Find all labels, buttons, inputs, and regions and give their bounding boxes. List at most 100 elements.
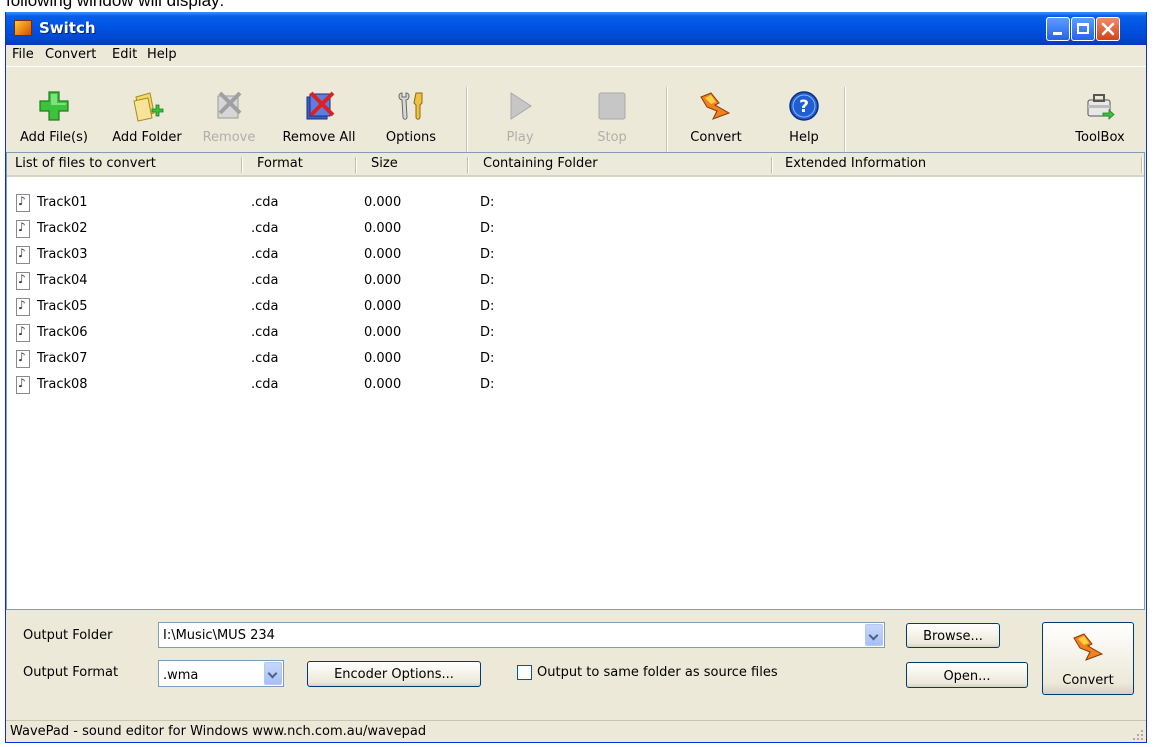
encoder-options-label: Encoder Options...: [334, 667, 454, 682]
status-text: WavePad - sound editor for Windows www.n…: [10, 724, 427, 739]
toolbar-separator: [666, 87, 668, 157]
remove-all-icon: [306, 91, 335, 120]
table-row[interactable]: Track08 .cda 0.000 D:: [7, 374, 1144, 400]
file-name: Track08: [37, 377, 88, 392]
chevron-down-icon[interactable]: [264, 662, 282, 685]
toolbar-separator: [466, 87, 468, 157]
remove-button[interactable]: Remove: [196, 67, 262, 161]
column-separator[interactable]: [771, 157, 773, 173]
file-format: .cda: [251, 299, 279, 314]
file-name: Track06: [37, 325, 88, 340]
play-button[interactable]: Play: [490, 67, 550, 161]
column-separator[interactable]: [467, 157, 469, 173]
help-icon: ?: [789, 91, 819, 121]
file-size: 0.000: [364, 325, 402, 340]
output-folder-combo[interactable]: I:\Music\MUS 234: [158, 622, 885, 648]
resize-grip-icon[interactable]: [1132, 729, 1144, 741]
page-caption: following window will display:: [6, 0, 225, 10]
column-header-size[interactable]: Size: [371, 156, 398, 171]
music-file-icon: [16, 220, 30, 238]
file-name: Track03: [37, 247, 88, 262]
toolbar: Add File(s) Add Folder Remove Remove All…: [6, 66, 1146, 164]
add-folder-button[interactable]: Add Folder: [104, 67, 190, 161]
convert-button[interactable]: Convert: [1042, 622, 1134, 695]
file-name: Track01: [37, 195, 88, 210]
file-name: Track02: [37, 221, 88, 236]
table-row[interactable]: Track06 .cda 0.000 D:: [7, 322, 1144, 348]
convert-toolbar-button[interactable]: Convert: [678, 67, 754, 161]
file-name: Track04: [37, 273, 88, 288]
close-icon: [1101, 22, 1115, 36]
green-plus-icon: [39, 91, 69, 121]
music-file-icon: [16, 298, 30, 316]
minimize-icon: [1053, 32, 1062, 35]
remove-icon: [217, 91, 242, 119]
options-icon: [398, 92, 423, 120]
same-folder-label[interactable]: Output to same folder as source files: [537, 665, 778, 680]
output-folder-label: Output Folder: [23, 628, 113, 643]
stop-button[interactable]: Stop: [582, 67, 642, 161]
convert-label: Convert: [1062, 673, 1114, 688]
table-row[interactable]: Track02 .cda 0.000 D:: [7, 218, 1144, 244]
file-format: .cda: [251, 351, 279, 366]
file-format: .cda: [251, 325, 279, 340]
title-bar[interactable]: Switch: [6, 12, 1146, 45]
open-button[interactable]: Open...: [906, 662, 1028, 688]
column-header-folder[interactable]: Containing Folder: [483, 156, 598, 171]
file-size: 0.000: [364, 247, 402, 262]
file-folder: D:: [480, 299, 495, 314]
file-name: Track05: [37, 299, 88, 314]
music-file-icon: [16, 246, 30, 264]
column-header-extended-info[interactable]: Extended Information: [785, 156, 926, 171]
column-separator[interactable]: [241, 157, 243, 173]
music-file-icon: [16, 376, 30, 394]
music-file-icon: [16, 324, 30, 342]
file-size: 0.000: [364, 273, 402, 288]
browse-label: Browse...: [923, 629, 983, 644]
table-row[interactable]: Track07 .cda 0.000 D:: [7, 348, 1144, 374]
menu-edit[interactable]: Edit: [112, 47, 137, 62]
add-files-button[interactable]: Add File(s): [6, 67, 102, 161]
column-header-files[interactable]: List of files to convert: [15, 156, 156, 171]
file-folder: D:: [480, 273, 495, 288]
table-row[interactable]: Track04 .cda 0.000 D:: [7, 270, 1144, 296]
maximize-button[interactable]: [1071, 17, 1095, 41]
same-folder-checkbox[interactable]: [517, 665, 532, 680]
toolbox-button[interactable]: ToolBox: [1060, 67, 1140, 161]
file-folder: D:: [480, 325, 495, 340]
music-file-icon: [16, 272, 30, 290]
file-name: Track07: [37, 351, 88, 366]
convert-icon: [700, 92, 731, 120]
menu-convert[interactable]: Convert: [45, 47, 96, 62]
file-folder: D:: [480, 377, 495, 392]
table-row[interactable]: Track01 .cda 0.000 D:: [7, 192, 1144, 218]
file-format: .cda: [251, 273, 279, 288]
music-file-icon: [16, 350, 30, 368]
file-format: .cda: [251, 247, 279, 262]
menu-file[interactable]: File: [12, 47, 34, 62]
file-size: 0.000: [364, 299, 402, 314]
help-button[interactable]: ? Help: [776, 67, 832, 161]
toolbox-label: ToolBox: [1075, 130, 1125, 145]
output-format-combo[interactable]: .wma: [158, 660, 284, 687]
column-header-format[interactable]: Format: [257, 156, 303, 171]
column-separator[interactable]: [1141, 157, 1143, 173]
play-icon: [510, 92, 532, 120]
toolbar-separator: [844, 87, 846, 157]
file-list[interactable]: List of files to convert Format Size Con…: [6, 152, 1145, 610]
column-separator[interactable]: [355, 157, 357, 173]
table-row[interactable]: Track05 .cda 0.000 D:: [7, 296, 1144, 322]
chevron-down-icon[interactable]: [865, 624, 883, 646]
file-folder: D:: [480, 247, 495, 262]
output-format-value: .wma: [163, 668, 199, 683]
minimize-button[interactable]: [1046, 17, 1070, 41]
table-row[interactable]: Track03 .cda 0.000 D:: [7, 244, 1144, 270]
music-file-icon: [16, 194, 30, 212]
options-button[interactable]: Options: [374, 67, 448, 161]
menu-help[interactable]: Help: [147, 47, 177, 62]
file-size: 0.000: [364, 195, 402, 210]
close-button[interactable]: [1096, 17, 1120, 41]
encoder-options-button[interactable]: Encoder Options...: [307, 661, 481, 687]
browse-button[interactable]: Browse...: [906, 623, 1000, 648]
remove-all-button[interactable]: Remove All: [276, 67, 362, 161]
